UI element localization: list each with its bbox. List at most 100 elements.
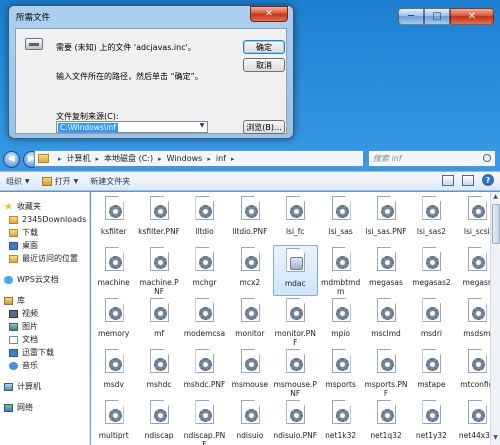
scroll-thumb[interactable] xyxy=(492,204,500,244)
file-item[interactable]: lltdio xyxy=(182,194,227,245)
file-item[interactable]: lsi_sas.PNF xyxy=(363,194,408,245)
sidebar-item-network[interactable]: 网络 xyxy=(0,401,89,414)
ok-button[interactable]: 确定 xyxy=(243,40,285,54)
sidebar-item-wps-cloud[interactable]: WPS云文档 xyxy=(0,273,89,286)
close-button[interactable]: ✕ xyxy=(450,8,494,25)
breadcrumb-computer[interactable]: 计算机 xyxy=(67,153,91,164)
sidebar-item-2345downloads[interactable]: 2345Downloads xyxy=(0,213,89,226)
file-item[interactable]: mdac xyxy=(272,245,318,296)
sidebar-item-desktop[interactable]: 桌面 xyxy=(0,239,89,252)
file-item[interactable]: multiprt xyxy=(91,398,136,445)
file-item[interactable]: machine xyxy=(91,245,136,296)
file-item[interactable]: msmouse xyxy=(227,347,272,398)
file-item[interactable]: ndiscap.PNF xyxy=(182,398,227,445)
sidebar-item-computer[interactable]: 计算机 xyxy=(0,380,89,393)
sidebar-item-thunder[interactable]: 迅雷下载 xyxy=(0,346,89,359)
sidebar-item-videos[interactable]: 视频 xyxy=(0,307,89,320)
file-item[interactable]: mpio xyxy=(318,296,363,347)
cancel-button[interactable]: 取消 xyxy=(243,58,285,72)
search-input[interactable]: 搜索 inf xyxy=(368,150,496,167)
scroll-down-icon[interactable]: ▼ xyxy=(491,434,500,444)
file-item[interactable]: msmouse.PNF xyxy=(273,347,318,398)
browse-button[interactable]: 浏览(B)... xyxy=(243,120,285,134)
file-item[interactable]: net1y32 xyxy=(409,398,454,445)
setup-info-file-icon xyxy=(372,196,400,226)
file-item[interactable]: msclmd xyxy=(363,296,408,347)
file-item[interactable]: mchgr xyxy=(182,245,227,296)
file-item[interactable]: ndisuio.PNF xyxy=(273,398,318,445)
file-item[interactable]: msports xyxy=(318,347,363,398)
file-item[interactable]: megasas xyxy=(363,245,408,296)
vertical-scrollbar[interactable]: ▲ ▼ xyxy=(490,192,500,445)
file-item[interactable]: ksfilter.PNF xyxy=(136,194,181,245)
file-name: lsi_fc xyxy=(285,227,305,236)
back-button[interactable]: ◀ xyxy=(3,150,20,168)
file-item[interactable]: ndisuio xyxy=(227,398,272,445)
sidebar-item-documents[interactable]: 文档 xyxy=(0,333,89,346)
sidebar-item-label: 计算机 xyxy=(17,382,41,391)
breadcrumb-separator[interactable]: ▸ xyxy=(207,155,211,163)
file-item[interactable]: lsi_sas2 xyxy=(409,194,454,245)
copy-from-input[interactable]: C:\Windows\inf ▼ xyxy=(56,121,208,133)
file-item[interactable]: mshdc.PNF xyxy=(182,347,227,398)
breadcrumb-separator[interactable]: ▸ xyxy=(231,155,235,163)
file-item[interactable]: msdri xyxy=(409,296,454,347)
setup-info-file-icon xyxy=(281,349,309,379)
help-button[interactable]: ? xyxy=(482,174,494,186)
picture-icon xyxy=(9,322,18,331)
maximize-button[interactable]: □ xyxy=(424,8,450,25)
file-item[interactable]: machine.PNF xyxy=(136,245,181,296)
libraries-header[interactable]: 库 xyxy=(0,294,89,307)
open-button[interactable]: 打开 ▼ xyxy=(36,172,85,190)
file-item[interactable]: megasas2 xyxy=(409,245,454,296)
minimize-button[interactable]: ─ xyxy=(398,8,424,25)
new-folder-label: 新建文件夹 xyxy=(90,176,131,186)
breadcrumb-separator[interactable]: ▸ xyxy=(158,155,162,163)
file-item[interactable]: mdmbtmdm xyxy=(318,245,363,296)
file-item[interactable]: modemcsa xyxy=(182,296,227,347)
sidebar-item-label: 迅雷下载 xyxy=(22,348,54,357)
setup-info-file-icon xyxy=(327,298,355,328)
star-icon xyxy=(4,202,13,210)
file-item[interactable]: monitor xyxy=(227,296,272,347)
organize-button[interactable]: 组织 ▼ xyxy=(0,172,36,190)
preview-pane-icon[interactable] xyxy=(462,174,474,186)
file-item[interactable]: msports.PNF xyxy=(363,347,408,398)
file-item[interactable]: net1q32 xyxy=(363,398,408,445)
breadcrumb-separator[interactable]: ▸ xyxy=(96,155,100,163)
view-options-icon[interactable] xyxy=(442,174,454,186)
sidebar-item-recent[interactable]: 最近访问的位置 xyxy=(0,252,89,265)
cloud-icon xyxy=(4,275,13,284)
breadcrumb-local-disk[interactable]: 本地磁盘 (C:) xyxy=(104,153,153,164)
favorites-header[interactable]: 收藏夹 xyxy=(0,200,89,213)
chevron-down-icon[interactable]: ▼ xyxy=(197,122,207,132)
file-item[interactable]: mcx2 xyxy=(227,245,272,296)
setup-info-file-icon xyxy=(463,400,491,430)
scroll-up-icon[interactable]: ▲ xyxy=(491,193,500,203)
favorites-label: 收藏夹 xyxy=(17,202,41,211)
file-item[interactable]: ksfilter xyxy=(91,194,136,245)
file-item[interactable]: lsi_sas xyxy=(318,194,363,245)
file-item[interactable]: monitor.PNF xyxy=(273,296,318,347)
file-item[interactable]: lsi_fc xyxy=(273,194,318,245)
sidebar-item-pictures[interactable]: 图片 xyxy=(0,320,89,333)
file-item[interactable]: msdv xyxy=(91,347,136,398)
breadcrumb-windows[interactable]: Windows xyxy=(167,154,203,163)
file-item[interactable]: mshdc xyxy=(136,347,181,398)
sidebar-item-music[interactable]: 音乐 xyxy=(0,359,89,372)
setup-info-file-icon xyxy=(372,247,400,277)
file-item[interactable]: lltdio.PNF xyxy=(227,194,272,245)
setup-info-file-icon xyxy=(236,400,264,430)
organize-label: 组织 xyxy=(6,176,22,186)
file-item[interactable]: net1k32 xyxy=(318,398,363,445)
file-name: ndiscap.PNF xyxy=(183,431,226,445)
dialog-close-button[interactable]: ✕ xyxy=(250,6,288,22)
new-folder-button[interactable]: 新建文件夹 xyxy=(84,172,136,190)
file-item[interactable]: ndiscap xyxy=(136,398,181,445)
address-bar[interactable]: ▸ 计算机 ▸ 本地磁盘 (C:) ▸ Windows ▸ inf ▸ ↻ xyxy=(34,150,390,167)
file-item[interactable]: memory xyxy=(91,296,136,347)
file-item[interactable]: mstape xyxy=(409,347,454,398)
sidebar-item-downloads[interactable]: 下载 xyxy=(0,226,89,239)
breadcrumb-inf[interactable]: inf xyxy=(216,154,226,163)
file-item[interactable]: mf xyxy=(136,296,181,347)
